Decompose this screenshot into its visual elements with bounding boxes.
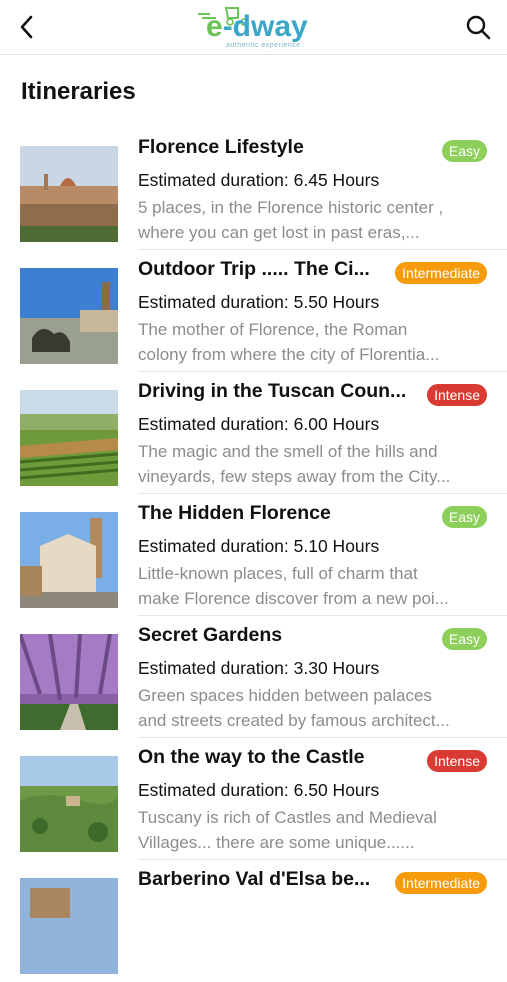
itinerary-duration: Estimated duration: 3.30 Hours [138, 658, 380, 678]
difficulty-badge: Intense [427, 384, 487, 406]
itinerary-thumbnail [20, 634, 118, 730]
top-navbar: e-dway authentic experience [0, 0, 507, 55]
itinerary-title: Secret Gardens [138, 624, 283, 646]
description-line: The magic and the smell of the hills and [138, 442, 438, 461]
description-line: Green spaces hidden between palaces [138, 686, 432, 705]
itinerary-item-hidden-florence[interactable]: The Hidden Florence Easy Estimated durat… [0, 494, 507, 616]
chevron-left-icon [20, 15, 33, 39]
itinerary-title: On the way to the Castle [138, 746, 365, 768]
difficulty-badge: Easy [441, 628, 487, 650]
difficulty-badge: Easy [441, 140, 487, 162]
itinerary-thumbnail [20, 512, 118, 608]
difficulty-badge: Intermediate [395, 262, 487, 284]
search-icon [466, 15, 491, 40]
difficulty-badge: Intense [427, 750, 487, 772]
itinerary-thumbnail [20, 146, 118, 242]
back-button[interactable] [12, 12, 42, 42]
description-line: and streets created by famous architect.… [138, 711, 450, 730]
description-line: The mother of Florence, the Roman [138, 320, 408, 339]
itinerary-description: 5 places, in the Florence historic cente… [138, 195, 483, 245]
itinerary-duration: Estimated duration: 6.50 Hours [138, 780, 380, 800]
description-line: make Florence discover from a new poi... [138, 589, 449, 608]
itinerary-item-outdoor-trip[interactable]: Outdoor Trip ..... The Ci... Intermediat… [0, 250, 507, 372]
itinerary-duration: Estimated duration: 5.10 Hours [138, 536, 380, 556]
itinerary-item-florence-lifestyle[interactable]: Florence Lifestyle Easy Estimated durati… [0, 128, 507, 250]
description-line: vineyards, few steps away from the City.… [138, 467, 451, 486]
itinerary-thumbnail [20, 390, 118, 486]
itinerary-description: The mother of Florence, the Roman colony… [138, 317, 483, 367]
description-line: 5 places, in the Florence historic cente… [138, 198, 444, 217]
description-line: Villages... there are some unique...... [138, 833, 415, 852]
search-button[interactable] [463, 12, 493, 42]
itinerary-description: Green spaces hidden between palaces and … [138, 683, 483, 733]
itinerary-duration: Estimated duration: 5.50 Hours [138, 292, 380, 312]
itinerary-item-tuscan-countryside[interactable]: Driving in the Tuscan Coun... Intense Es… [0, 372, 507, 494]
description-line: Tuscany is rich of Castles and Medieval [138, 808, 437, 827]
itinerary-thumbnail [20, 756, 118, 852]
description-line: where you can get lost in past eras,... [138, 223, 420, 242]
itinerary-duration: Estimated duration: 6.45 Hours [138, 170, 380, 190]
itinerary-thumbnail [20, 268, 118, 364]
logo-e: e [206, 10, 223, 43]
itinerary-item-secret-gardens[interactable]: Secret Gardens Easy Estimated duration: … [0, 616, 507, 738]
logo-rest: -dway [222, 10, 308, 43]
description-line: Little-known places, full of charm that [138, 564, 418, 583]
itinerary-list: Florence Lifestyle Easy Estimated durati… [0, 128, 507, 982]
itinerary-description: Tuscany is rich of Castles and Medieval … [138, 805, 483, 855]
itinerary-item-barberino[interactable]: Barberino Val d'Elsa be... Intermediate [0, 860, 507, 982]
difficulty-badge: Intermediate [395, 872, 487, 894]
itinerary-description: Little-known places, full of charm that … [138, 561, 483, 611]
itinerary-title: The Hidden Florence [138, 502, 331, 524]
itinerary-duration: Estimated duration: 6.00 Hours [138, 414, 380, 434]
itinerary-title: Florence Lifestyle [138, 136, 304, 158]
itinerary-title: Barberino Val d'Elsa be... [138, 868, 371, 890]
app-logo: e-dway authentic experience [196, 4, 312, 52]
logo-wordmark: e-dway [206, 10, 308, 44]
description-line: colony from where the city of Florentia.… [138, 345, 440, 364]
itinerary-title: Driving in the Tuscan Coun... [138, 380, 407, 402]
page-title: Itineraries [21, 78, 136, 105]
itinerary-title: Outdoor Trip ..... The Ci... [138, 258, 370, 280]
itinerary-thumbnail [20, 878, 118, 974]
logo-tagline: authentic experience [226, 42, 301, 49]
itinerary-item-way-to-castle[interactable]: On the way to the Castle Intense Estimat… [0, 738, 507, 860]
difficulty-badge: Easy [441, 506, 487, 528]
itinerary-description: The magic and the smell of the hills and… [138, 439, 483, 489]
